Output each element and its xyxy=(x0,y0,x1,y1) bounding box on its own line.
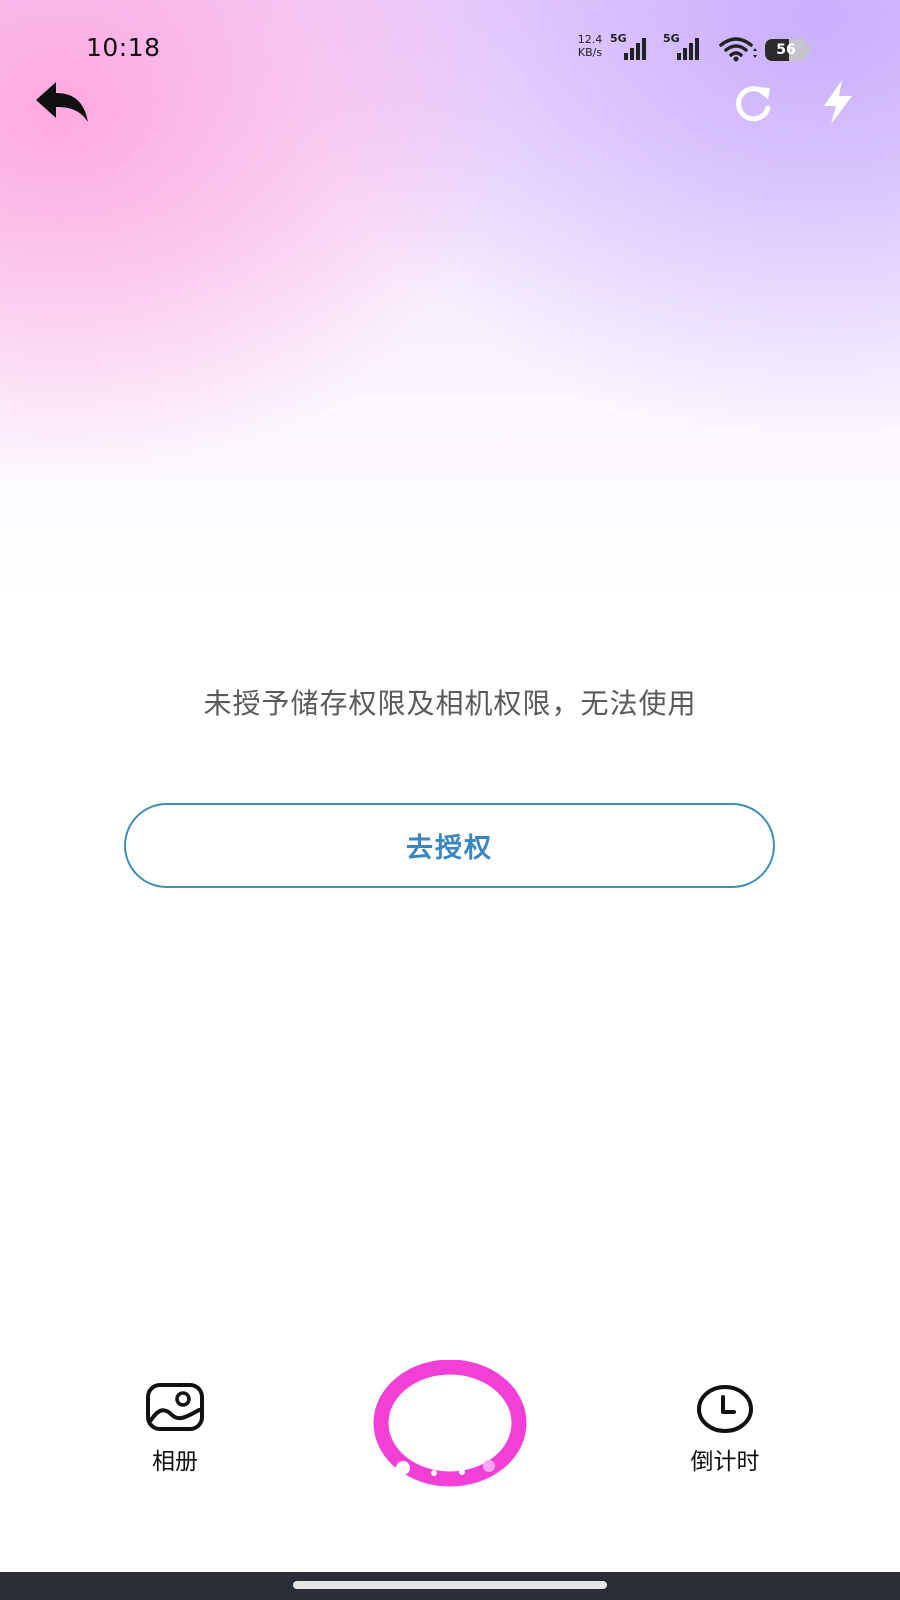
refresh-icon xyxy=(736,86,771,122)
wifi-icon xyxy=(719,37,757,62)
timer-button[interactable]: 倒计时 xyxy=(680,1380,770,1475)
network-speed-value: 12.4 xyxy=(577,33,603,46)
authorize-button-label: 去授权 xyxy=(406,833,493,864)
battery-level: 56 xyxy=(776,42,796,58)
signal-bars-icon xyxy=(624,38,646,60)
permission-message: 未授予储存权限及相机权限，无法使用 xyxy=(203,687,697,720)
album-button[interactable]: 相册 xyxy=(130,1380,220,1475)
network-speed-unit: KB/s xyxy=(577,46,603,59)
sim1-signal: 5G xyxy=(610,32,654,62)
home-indicator[interactable] xyxy=(293,1581,607,1589)
status-time: 10:18 xyxy=(86,33,161,62)
shutter-ring xyxy=(373,1360,527,1487)
network-speed: 12.4 KB/s xyxy=(572,33,608,59)
status-bar: 10:18 12.4 KB/s 5G 5G 56 xyxy=(0,0,900,70)
refresh-button[interactable] xyxy=(728,78,778,128)
shutter-button[interactable] xyxy=(372,1360,528,1488)
clock-icon xyxy=(697,1385,753,1433)
flash-button[interactable] xyxy=(814,76,862,128)
timer-label: 倒计时 xyxy=(690,1449,760,1475)
battery-tip xyxy=(808,45,811,55)
back-button[interactable] xyxy=(32,78,92,128)
system-navigation-bar xyxy=(0,1572,900,1600)
album-label: 相册 xyxy=(152,1449,198,1475)
authorize-button[interactable]: 去授权 xyxy=(124,803,775,888)
back-arrow-icon xyxy=(36,82,88,122)
flash-icon xyxy=(824,80,852,124)
signal-bars-icon xyxy=(677,38,699,60)
gallery-icon xyxy=(146,1383,204,1431)
sim2-signal: 5G xyxy=(663,32,707,62)
battery-indicator: 56 xyxy=(765,39,807,61)
